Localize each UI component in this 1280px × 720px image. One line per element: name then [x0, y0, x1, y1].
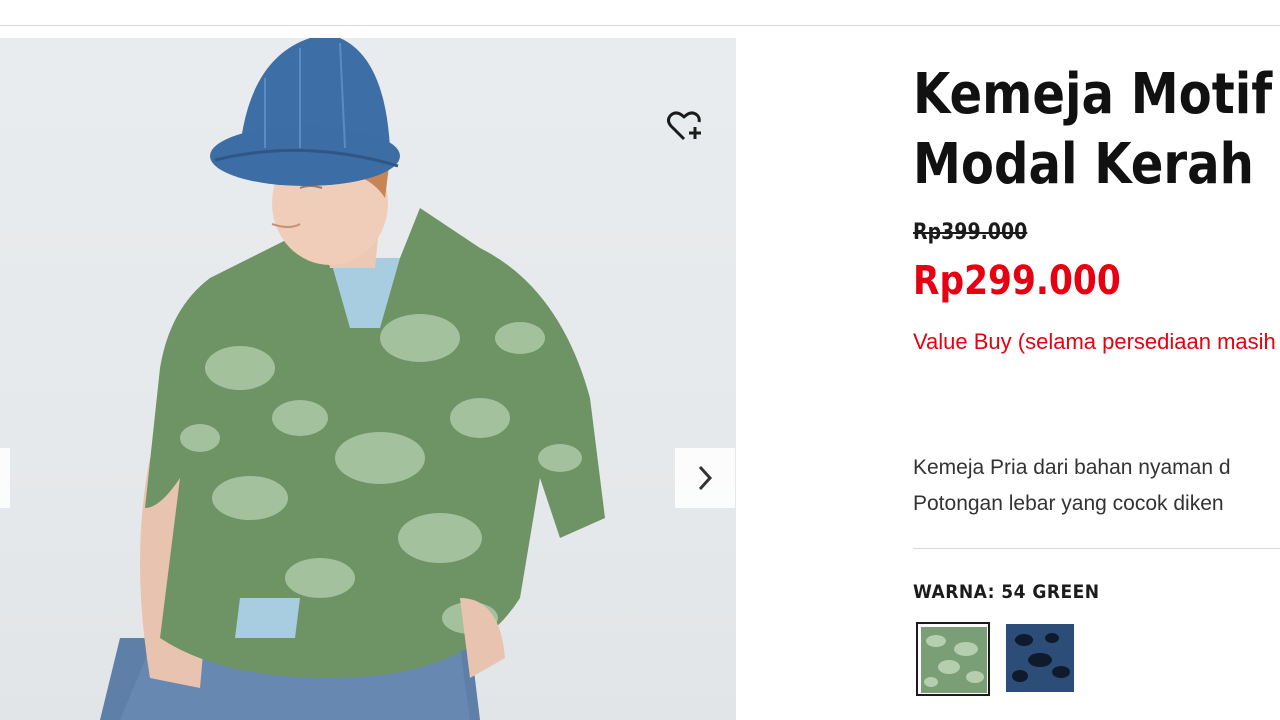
description-line-1: Kemeja Pria dari bahan nyaman d [913, 456, 1231, 479]
section-divider [913, 548, 1280, 549]
original-price: Rp399.000 [913, 220, 1028, 245]
chevron-right-icon [698, 465, 713, 491]
description-line-2: Potongan lebar yang cocok diken [913, 492, 1224, 515]
product-info: Kemeja Motif Modal Kerah Rp399.000 Rp299… [913, 60, 1280, 540]
product-description: Kemeja Pria dari bahan nyaman d Potongan… [913, 450, 1280, 522]
product-title: Kemeja Motif Modal Kerah [913, 60, 1272, 200]
color-label: WARNA: 54 GREEN [913, 581, 1100, 603]
product-title-line-2: Modal Kerah [913, 132, 1254, 197]
product-image-gallery[interactable] [0, 38, 736, 720]
next-image-button[interactable] [675, 448, 735, 508]
color-swatch-green[interactable] [916, 622, 990, 696]
green-pattern-swatch [921, 627, 987, 693]
color-swatch-navy[interactable] [1004, 622, 1078, 696]
product-title-line-1: Kemeja Motif [913, 62, 1273, 127]
wishlist-button[interactable] [666, 106, 706, 146]
promo-label: Value Buy (selama persediaan masih ada) [913, 329, 1280, 354]
heart-plus-icon [667, 111, 701, 141]
sale-price: Rp299.000 [913, 258, 1121, 304]
header-divider [0, 25, 1280, 26]
product-photo [100, 38, 605, 720]
navy-pattern-swatch [1006, 624, 1074, 692]
previous-image-button[interactable] [0, 448, 10, 508]
